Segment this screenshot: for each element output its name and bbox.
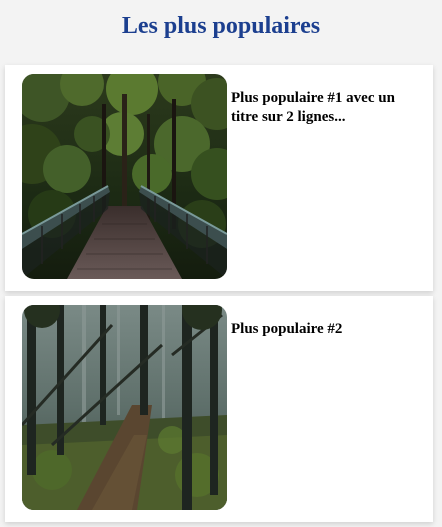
item-title[interactable]: Plus populaire #1 avec un titre sur 2 li… [231,89,421,127]
forest-bridge-image [22,74,227,279]
item-thumbnail-path[interactable] [22,305,227,510]
popular-item-card[interactable]: Plus populaire #2 [5,296,433,522]
popular-section: Les plus populaires Plus populaire #1 av… [0,0,442,527]
forest-path-image [22,305,227,510]
item-thumbnail-bridge[interactable] [22,74,227,279]
section-title: Les plus populaires [121,13,321,39]
popular-item-card[interactable]: Plus populaire #1 avec un titre sur 2 li… [5,65,433,291]
item-title[interactable]: Plus populaire #2 [231,320,421,339]
